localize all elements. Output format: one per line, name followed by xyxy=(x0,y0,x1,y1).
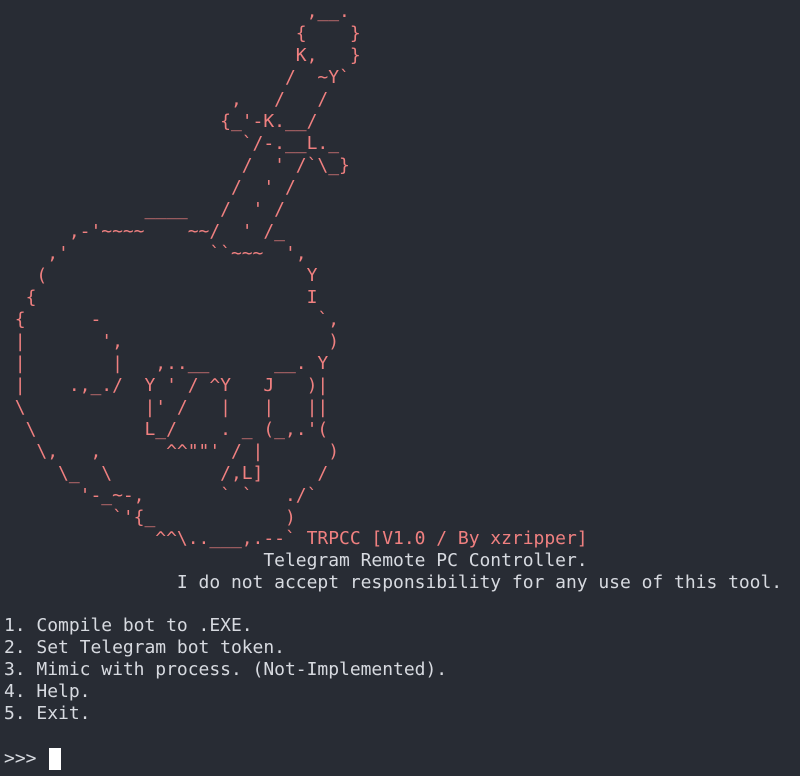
menu-item-compile: 1. Compile bot to .EXE. xyxy=(4,615,253,636)
disclaimer-text: I do not accept responsibility for any u… xyxy=(4,572,783,593)
ascii-art-logo: ,__. { } K, } / ~Y` , / / {_'-K.__/ `/-.… xyxy=(14,1,361,528)
menu-item-help: 4. Help. xyxy=(4,681,91,702)
main-menu: 1. Compile bot to .EXE. 2. Set Telegram … xyxy=(4,615,447,725)
text-cursor[interactable] xyxy=(49,748,62,770)
menu-item-mimic: 3. Mimic with process. (Not-Implemented)… xyxy=(4,659,448,680)
menu-item-set-token: 2. Set Telegram bot token. xyxy=(4,637,285,658)
terminal-window: ,__. { } K, } / ~Y` , / / {_'-K.__/ `/-.… xyxy=(4,0,800,776)
command-input[interactable]: >>> xyxy=(4,747,62,771)
menu-item-exit: 5. Exit. xyxy=(4,703,91,724)
version-line: ^^\..___,.--` TRPCC [V1.0 / By xzripper] xyxy=(4,528,588,549)
subtitle-text: Telegram Remote PC Controller. xyxy=(4,550,588,571)
prompt-symbol: >>> xyxy=(4,748,48,769)
